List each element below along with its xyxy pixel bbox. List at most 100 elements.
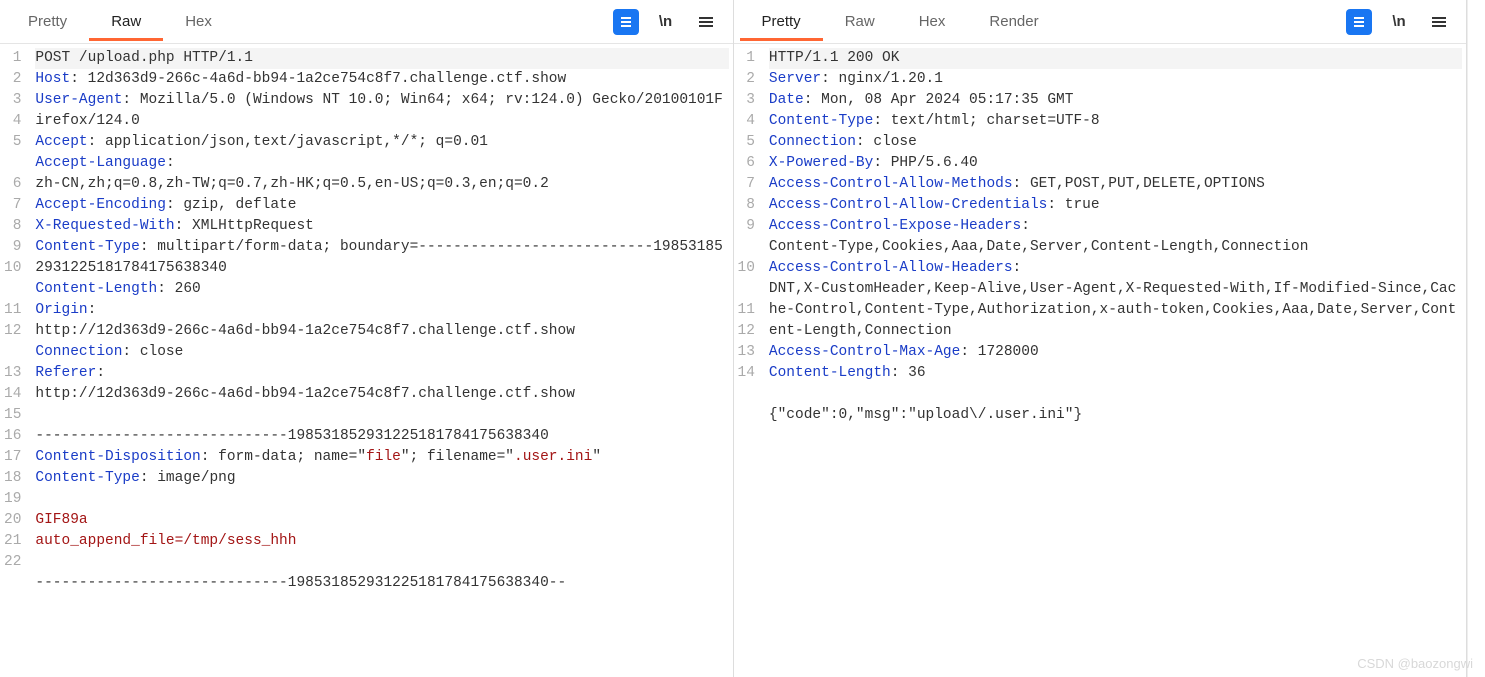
request-code[interactable]: POST /upload.php HTTP/1.1Host: 12d363d9-… bbox=[29, 44, 732, 677]
response-tabs: PrettyRawHexRender bbox=[740, 3, 1061, 41]
code-line[interactable]: Content-Length: 260 bbox=[35, 279, 728, 300]
code-line[interactable] bbox=[35, 489, 728, 510]
response-tabbar: PrettyRawHexRender \n bbox=[734, 0, 1467, 44]
code-line[interactable]: Content-Type: image/png bbox=[35, 468, 728, 489]
code-line[interactable]: http://12d363d9-266c-4a6d-bb94-1a2ce754c… bbox=[35, 321, 728, 342]
response-gutter: 123456789 10 11121314 bbox=[734, 44, 763, 677]
code-line[interactable]: Host: 12d363d9-266c-4a6d-bb94-1a2ce754c8… bbox=[35, 69, 728, 90]
newline-icon[interactable]: \n bbox=[653, 9, 679, 35]
tab-raw[interactable]: Raw bbox=[823, 3, 897, 41]
code-line[interactable]: Connection: close bbox=[769, 132, 1462, 153]
line-number: 12 bbox=[4, 321, 25, 342]
line-number: 19 bbox=[4, 489, 25, 510]
code-line[interactable]: HTTP/1.1 200 OK bbox=[769, 48, 1462, 69]
code-line[interactable] bbox=[35, 594, 728, 615]
code-line[interactable]: Referer: bbox=[35, 363, 728, 384]
code-line[interactable]: Date: Mon, 08 Apr 2024 05:17:35 GMT bbox=[769, 90, 1462, 111]
line-number: 4 bbox=[738, 111, 759, 132]
line-number: 22 bbox=[4, 552, 25, 573]
code-line[interactable]: http://12d363d9-266c-4a6d-bb94-1a2ce754c… bbox=[35, 384, 728, 405]
toggle-view-icon[interactable] bbox=[613, 9, 639, 35]
code-line[interactable]: Origin: bbox=[35, 300, 728, 321]
line-number bbox=[4, 279, 25, 300]
line-number: 3 bbox=[738, 90, 759, 111]
response-actions: \n bbox=[1346, 9, 1460, 35]
request-editor[interactable]: 12345 678910 1112 13141516171819202122 P… bbox=[0, 44, 733, 677]
code-line[interactable]: Accept-Encoding: gzip, deflate bbox=[35, 195, 728, 216]
code-line[interactable]: Access-Control-Allow-Credentials: true bbox=[769, 195, 1462, 216]
response-code[interactable]: HTTP/1.1 200 OKServer: nginx/1.20.1Date:… bbox=[763, 44, 1466, 677]
tab-hex[interactable]: Hex bbox=[163, 3, 234, 41]
line-number: 13 bbox=[4, 363, 25, 384]
code-line[interactable]: -----------------------------19853185293… bbox=[35, 573, 728, 594]
line-number: 6 bbox=[738, 153, 759, 174]
line-number: 17 bbox=[4, 447, 25, 468]
code-line[interactable]: X-Requested-With: XMLHttpRequest bbox=[35, 216, 728, 237]
line-number: 15 bbox=[4, 405, 25, 426]
code-line[interactable]: POST /upload.php HTTP/1.1 bbox=[35, 48, 728, 69]
tab-hex[interactable]: Hex bbox=[897, 3, 968, 41]
code-line[interactable]: Content-Type: text/html; charset=UTF-8 bbox=[769, 111, 1462, 132]
response-editor[interactable]: 123456789 10 11121314 HTTP/1.1 200 OKSer… bbox=[734, 44, 1467, 677]
line-number bbox=[738, 279, 759, 300]
code-line[interactable]: Accept-Language: bbox=[35, 153, 728, 174]
code-line[interactable] bbox=[35, 405, 728, 426]
code-line[interactable]: Access-Control-Max-Age: 1728000 bbox=[769, 342, 1462, 363]
newline-icon[interactable]: \n bbox=[1386, 9, 1412, 35]
tab-pretty[interactable]: Pretty bbox=[6, 3, 89, 41]
line-number: 12 bbox=[738, 321, 759, 342]
tab-pretty[interactable]: Pretty bbox=[740, 3, 823, 41]
line-number: 1 bbox=[4, 48, 25, 69]
line-number: 8 bbox=[738, 195, 759, 216]
line-number: 10 bbox=[738, 258, 759, 279]
line-number: 2 bbox=[4, 69, 25, 90]
code-line[interactable]: Access-Control-Expose-Headers: bbox=[769, 216, 1462, 237]
code-line[interactable]: User-Agent: Mozilla/5.0 (Windows NT 10.0… bbox=[35, 90, 728, 132]
line-number: 6 bbox=[4, 174, 25, 195]
code-line[interactable]: X-Powered-By: PHP/5.6.40 bbox=[769, 153, 1462, 174]
hamburger-menu-icon[interactable] bbox=[693, 9, 719, 35]
code-line[interactable]: Content-Type,Cookies,Aaa,Date,Server,Con… bbox=[769, 237, 1462, 258]
line-number: 8 bbox=[4, 216, 25, 237]
request-tabbar: PrettyRawHex \n bbox=[0, 0, 733, 44]
response-pane: PrettyRawHexRender \n 123456789 10 11121… bbox=[734, 0, 1468, 677]
line-number: 1 bbox=[738, 48, 759, 69]
line-number: 4 bbox=[4, 111, 25, 132]
line-number: 9 bbox=[738, 216, 759, 237]
code-line[interactable]: DNT,X-CustomHeader,Keep-Alive,User-Agent… bbox=[769, 279, 1462, 342]
request-pane: PrettyRawHex \n 12345 678910 1112 131415… bbox=[0, 0, 734, 677]
line-number: 11 bbox=[738, 300, 759, 321]
code-line[interactable]: Accept: application/json,text/javascript… bbox=[35, 132, 728, 153]
tab-render[interactable]: Render bbox=[967, 3, 1060, 41]
request-actions: \n bbox=[613, 9, 727, 35]
code-line[interactable]: Connection: close bbox=[35, 342, 728, 363]
line-number: 5 bbox=[738, 132, 759, 153]
code-line[interactable]: GIF89a bbox=[35, 510, 728, 531]
code-line[interactable]: -----------------------------19853185293… bbox=[35, 426, 728, 447]
tab-raw[interactable]: Raw bbox=[89, 3, 163, 41]
line-number bbox=[4, 342, 25, 363]
code-line[interactable]: Access-Control-Allow-Headers: bbox=[769, 258, 1462, 279]
line-number: 21 bbox=[4, 531, 25, 552]
code-line[interactable]: Access-Control-Allow-Methods: GET,POST,P… bbox=[769, 174, 1462, 195]
line-number: 2 bbox=[738, 69, 759, 90]
line-number: 9 bbox=[4, 237, 25, 258]
code-line[interactable]: Content-Type: multipart/form-data; bound… bbox=[35, 237, 728, 279]
request-gutter: 12345 678910 1112 13141516171819202122 bbox=[0, 44, 29, 677]
code-line[interactable]: Content-Disposition: form-data; name="fi… bbox=[35, 447, 728, 468]
right-sidebar bbox=[1467, 0, 1485, 677]
line-number: 5 bbox=[4, 132, 25, 153]
request-tabs: PrettyRawHex bbox=[6, 3, 234, 41]
line-number: 14 bbox=[738, 363, 759, 384]
code-line[interactable] bbox=[769, 384, 1462, 405]
code-line[interactable]: Server: nginx/1.20.1 bbox=[769, 69, 1462, 90]
code-line[interactable]: {"code":0,"msg":"upload\/.user.ini"} bbox=[769, 405, 1462, 426]
code-line[interactable]: auto_append_file=/tmp/sess_hhh bbox=[35, 531, 728, 552]
code-line[interactable] bbox=[35, 552, 728, 573]
line-number: 16 bbox=[4, 426, 25, 447]
line-number: 20 bbox=[4, 510, 25, 531]
code-line[interactable]: zh-CN,zh;q=0.8,zh-TW;q=0.7,zh-HK;q=0.5,e… bbox=[35, 174, 728, 195]
hamburger-menu-icon[interactable] bbox=[1426, 9, 1452, 35]
code-line[interactable]: Content-Length: 36 bbox=[769, 363, 1462, 384]
toggle-view-icon[interactable] bbox=[1346, 9, 1372, 35]
